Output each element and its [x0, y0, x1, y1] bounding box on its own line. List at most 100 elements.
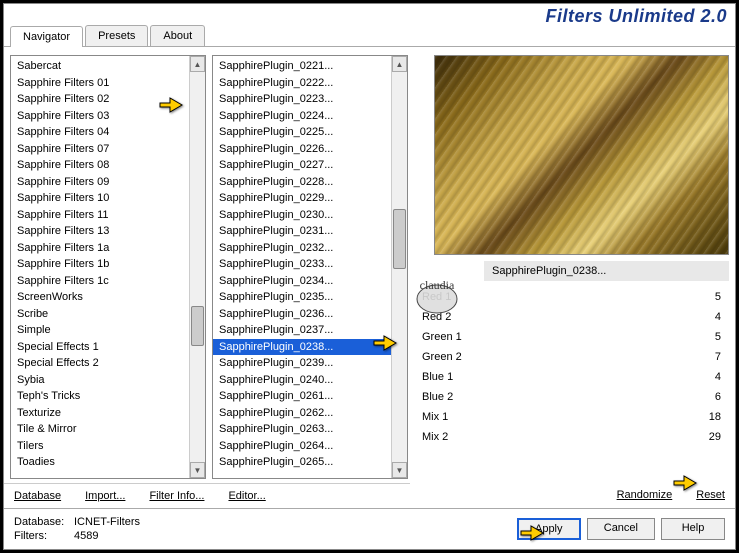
- param-row[interactable]: Green 27: [418, 347, 725, 367]
- param-value: 4: [715, 309, 721, 325]
- scroll-down-icon[interactable]: ▼: [392, 462, 407, 478]
- category-item[interactable]: Special Effects 1: [11, 339, 189, 356]
- filter-item[interactable]: SapphirePlugin_0225...: [213, 124, 391, 141]
- param-name: Red 1: [422, 289, 451, 305]
- apply-button[interactable]: Apply: [517, 518, 581, 540]
- filter-item[interactable]: SapphirePlugin_0230...: [213, 207, 391, 224]
- filter-column: SapphirePlugin_0221...SapphirePlugin_022…: [212, 55, 408, 479]
- filter-item[interactable]: SapphirePlugin_0240...: [213, 372, 391, 389]
- filter-item[interactable]: SapphirePlugin_0265...: [213, 454, 391, 471]
- filter-scrollbar[interactable]: ▲ ▼: [391, 56, 407, 478]
- category-item[interactable]: Special Effects 2: [11, 355, 189, 372]
- filter-list-wrap: SapphirePlugin_0221...SapphirePlugin_022…: [212, 55, 408, 479]
- filter-item[interactable]: SapphirePlugin_0227...: [213, 157, 391, 174]
- category-item[interactable]: Simple: [11, 322, 189, 339]
- category-item[interactable]: Tilers: [11, 438, 189, 455]
- editor-link[interactable]: Editor...: [228, 490, 265, 502]
- category-item[interactable]: Texturize: [11, 405, 189, 422]
- tab-presets[interactable]: Presets: [85, 25, 148, 46]
- filter-item[interactable]: SapphirePlugin_0232...: [213, 240, 391, 257]
- param-row[interactable]: Green 15: [418, 327, 725, 347]
- filter-item[interactable]: SapphirePlugin_0235...: [213, 289, 391, 306]
- category-item[interactable]: Sapphire Filters 09: [11, 174, 189, 191]
- scroll-track[interactable]: [392, 72, 407, 462]
- toolbar-right: Randomize Reset: [410, 483, 735, 508]
- scroll-track[interactable]: [190, 72, 205, 462]
- category-item[interactable]: Sapphire Filters 13: [11, 223, 189, 240]
- filter-item[interactable]: SapphirePlugin_0223...: [213, 91, 391, 108]
- help-button[interactable]: Help: [661, 518, 725, 540]
- param-value: 7: [715, 349, 721, 365]
- param-value: 6: [715, 389, 721, 405]
- filter-item[interactable]: SapphirePlugin_0236...: [213, 306, 391, 323]
- category-scrollbar[interactable]: ▲ ▼: [189, 56, 205, 478]
- category-list-wrap: SabercatSapphire Filters 01Sapphire Filt…: [10, 55, 206, 479]
- filter-item[interactable]: SapphirePlugin_0234...: [213, 273, 391, 290]
- filter-info-link[interactable]: Filter Info...: [149, 490, 204, 502]
- category-item[interactable]: Tile & Mirror: [11, 421, 189, 438]
- category-item[interactable]: Sybia: [11, 372, 189, 389]
- category-item[interactable]: Sabercat: [11, 58, 189, 75]
- filter-item[interactable]: SapphirePlugin_0233...: [213, 256, 391, 273]
- filter-item[interactable]: SapphirePlugin_0237...: [213, 322, 391, 339]
- filter-item[interactable]: SapphirePlugin_0222...: [213, 75, 391, 92]
- param-row[interactable]: Red 15: [418, 287, 725, 307]
- filter-item[interactable]: SapphirePlugin_0261...: [213, 388, 391, 405]
- category-item[interactable]: Sapphire Filters 04: [11, 124, 189, 141]
- category-list[interactable]: SabercatSapphire Filters 01Sapphire Filt…: [11, 56, 189, 478]
- filters-label: Filters:: [14, 529, 74, 543]
- param-row[interactable]: Red 2 4: [418, 307, 725, 327]
- filter-item[interactable]: SapphirePlugin_0224...: [213, 108, 391, 125]
- tab-navigator[interactable]: Navigator: [10, 26, 83, 47]
- param-row[interactable]: Blue 26: [418, 387, 725, 407]
- filter-item[interactable]: SapphirePlugin_0221...: [213, 58, 391, 75]
- filter-item[interactable]: SapphirePlugin_0229...: [213, 190, 391, 207]
- tab-about[interactable]: About: [150, 25, 205, 46]
- current-plugin-label: SapphirePlugin_0238...: [484, 261, 729, 281]
- category-item[interactable]: Sapphire Filters 1c: [11, 273, 189, 290]
- param-row[interactable]: Mix 229: [418, 427, 725, 447]
- scroll-thumb[interactable]: [191, 306, 204, 346]
- param-row[interactable]: Blue 14: [418, 367, 725, 387]
- category-item[interactable]: Sapphire Filters 11: [11, 207, 189, 224]
- filter-item[interactable]: SapphirePlugin_0263...: [213, 421, 391, 438]
- category-item[interactable]: Sapphire Filters 1b: [11, 256, 189, 273]
- filter-item[interactable]: SapphirePlugin_0238...: [213, 339, 391, 356]
- tabs: NavigatorPresetsAbout: [4, 25, 735, 47]
- app-title: Filters Unlimited 2.0: [545, 6, 727, 27]
- category-item[interactable]: Sapphire Filters 01: [11, 75, 189, 92]
- cancel-button[interactable]: Cancel: [587, 518, 655, 540]
- filter-item[interactable]: SapphirePlugin_0226...: [213, 141, 391, 158]
- filter-item[interactable]: SapphirePlugin_0262...: [213, 405, 391, 422]
- filters-value: 4589: [74, 529, 98, 543]
- category-item[interactable]: Teph's Tricks: [11, 388, 189, 405]
- scroll-up-icon[interactable]: ▲: [392, 56, 407, 72]
- import-link[interactable]: Import...: [85, 490, 125, 502]
- preview-image: [434, 55, 729, 255]
- category-item[interactable]: Sapphire Filters 07: [11, 141, 189, 158]
- category-item[interactable]: Sapphire Filters 02: [11, 91, 189, 108]
- category-item[interactable]: Sapphire Filters 08: [11, 157, 189, 174]
- database-link[interactable]: Database: [14, 490, 61, 502]
- category-item[interactable]: Sapphire Filters 10: [11, 190, 189, 207]
- reset-link[interactable]: Reset: [696, 489, 725, 502]
- param-name: Red 2: [422, 309, 451, 325]
- app-window: Filters Unlimited 2.0 NavigatorPresetsAb…: [3, 3, 736, 550]
- param-row[interactable]: Mix 118: [418, 407, 725, 427]
- category-item[interactable]: ScreenWorks: [11, 289, 189, 306]
- scroll-up-icon[interactable]: ▲: [190, 56, 205, 72]
- category-item[interactable]: Toadies: [11, 454, 189, 471]
- footer: Database: ICNET-Filters Filters: 4589 Ap…: [4, 508, 735, 549]
- randomize-link[interactable]: Randomize: [617, 489, 673, 502]
- scroll-down-icon[interactable]: ▼: [190, 462, 205, 478]
- preview-column: SapphirePlugin_0238... Red 15 Red 2 4 Green…: [414, 55, 729, 479]
- filter-list[interactable]: SapphirePlugin_0221...SapphirePlugin_022…: [213, 56, 391, 478]
- category-item[interactable]: Sapphire Filters 1a: [11, 240, 189, 257]
- category-item[interactable]: Scribe: [11, 306, 189, 323]
- filter-item[interactable]: SapphirePlugin_0231...: [213, 223, 391, 240]
- filter-item[interactable]: SapphirePlugin_0239...: [213, 355, 391, 372]
- scroll-thumb[interactable]: [393, 209, 406, 269]
- category-item[interactable]: Sapphire Filters 03: [11, 108, 189, 125]
- filter-item[interactable]: SapphirePlugin_0264...: [213, 438, 391, 455]
- filter-item[interactable]: SapphirePlugin_0228...: [213, 174, 391, 191]
